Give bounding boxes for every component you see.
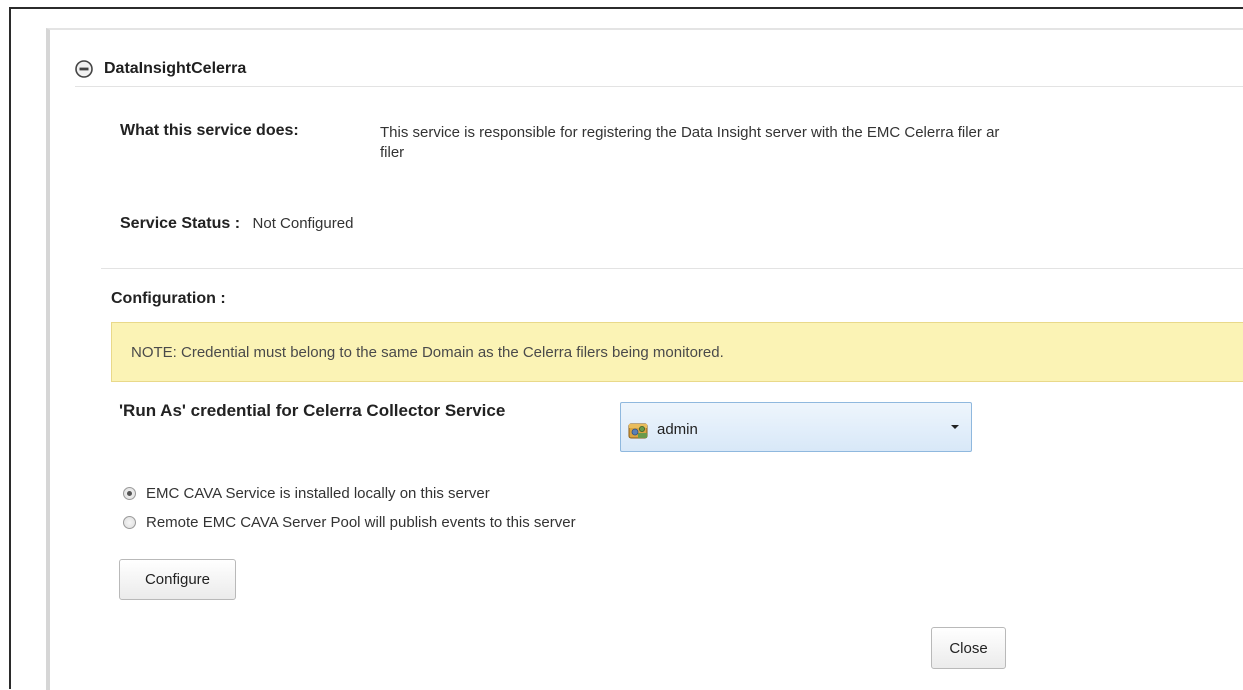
radio-option-remote-cava[interactable]: Remote EMC CAVA Server Pool will publish… (123, 514, 576, 531)
service-title: DataInsightCelerra (104, 60, 247, 77)
radio-label-remote-cava: Remote EMC CAVA Server Pool will publish… (146, 514, 576, 531)
service-status-row: Service Status : Not Configured (120, 212, 353, 236)
section-divider (101, 268, 1243, 269)
credential-icon (628, 423, 648, 439)
dropdown-arrow-icon[interactable] (951, 425, 959, 429)
collapse-circle-icon[interactable] (75, 60, 93, 78)
run-as-credential-label: 'Run As' credential for Celerra Collecto… (119, 401, 506, 420)
credential-note: NOTE: Credential must belong to the same… (111, 322, 1243, 382)
configure-button[interactable]: Configure (119, 559, 236, 600)
service-status-value: Not Configured (252, 215, 354, 232)
close-button[interactable]: Close (931, 627, 1006, 669)
service-description-continued: filer (380, 144, 405, 161)
radio-label-local-cava: EMC CAVA Service is installed locally on… (146, 485, 490, 502)
radio-option-local-cava[interactable]: EMC CAVA Service is installed locally on… (123, 485, 490, 502)
what-this-service-does-label: What this service does: (120, 122, 299, 139)
run-as-credential-select[interactable]: admin (620, 402, 972, 452)
service-header[interactable]: DataInsightCelerra (75, 52, 246, 86)
service-description: This service is responsible for register… (380, 124, 1000, 141)
header-divider (75, 86, 1243, 87)
radio-button-remote-cava[interactable] (123, 516, 136, 529)
radio-button-local-cava[interactable] (123, 487, 136, 500)
configuration-label: Configuration : (111, 290, 226, 307)
service-status-label: Service Status : (120, 215, 241, 232)
run-as-selected-value: admin (657, 420, 698, 438)
